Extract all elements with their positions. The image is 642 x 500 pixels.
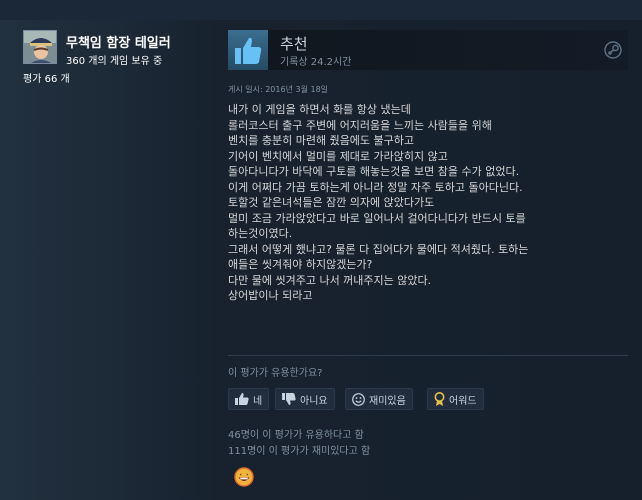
funny-count: 111명이 이 평가가 재미있다고 함	[228, 446, 371, 457]
smiley-icon	[352, 392, 365, 406]
review-line: 다만 물에 씻겨주고 나서 꺼내주지는 않았다.	[228, 273, 432, 287]
award-button[interactable]: 어워드	[427, 388, 484, 410]
thumbs-up-icon	[235, 393, 249, 405]
author-name[interactable]: 무책임 함장 테일러	[66, 32, 171, 51]
review-line: 애들은 씻겨줘야 하지않겠는가?	[228, 258, 373, 271]
games-owned[interactable]: 360 개의 게임 보유 중	[66, 52, 162, 67]
review-line: 롤러코스터 출구 주변에 어지러움을 느끼는 사람들을 위해	[228, 118, 492, 132]
avatar-image	[24, 31, 56, 63]
steam-icon	[604, 41, 622, 59]
helpful-count: 46명이 이 평가가 유용하다고 함	[228, 430, 364, 441]
review-line: 멀미 조금 가라앉았다고 바로 일어나서 걸어다니다가 반드시 토를	[228, 211, 526, 225]
thumbs-up-icon	[228, 30, 268, 70]
vote-funny-label: 재미있음	[369, 395, 406, 407]
vote-yes-label: 네	[253, 395, 263, 407]
review-line: 상어밥이나 되라고	[228, 289, 313, 302]
posted-date: 게시 일시: 2016년 3월 18일	[228, 85, 329, 94]
recommendation-title[interactable]: 추천	[280, 33, 308, 54]
vote-funny-button[interactable]: 재미있음	[345, 388, 413, 410]
review-line: 그래서 어떻게 했냐고? 물론 다 집어다가 물에다 적셔줬다. 토하는	[228, 242, 529, 256]
vote-header: 추천 기록상 24.2시간	[228, 30, 628, 70]
vote-yes-button[interactable]: 네	[228, 388, 270, 410]
review-text: 내가 이 게임을 하면서 화를 항상 냈는데 롤러코스터 출구 주변에 어지러움…	[228, 102, 628, 304]
vote-no-button[interactable]: 아니요	[275, 388, 335, 410]
review-line: 벤치를 충분히 마련해 줬음에도 불구하고	[228, 134, 415, 147]
review-line: 기어이 벤치에서 멀미를 제대로 가라앉히지 않고	[228, 149, 448, 163]
avatar[interactable]	[23, 30, 57, 64]
award-label: 어워드	[449, 395, 477, 407]
review-count[interactable]: 평가 66 개	[23, 70, 70, 85]
review-line: 돌아다니다가 바닥에 구토를 해놓는것을 보면 참을 수가 없었다.	[228, 165, 520, 178]
vote-no-label: 아니요	[300, 395, 328, 407]
review-line: 이게 어쩌다 가끔 토하는게 아니라 정말 자주 토하고 돌아다닌다.	[228, 180, 523, 194]
helpful-question: 이 평가가 유용한가요?	[228, 368, 323, 379]
award-ribbon-icon	[434, 392, 445, 406]
author-panel	[0, 20, 215, 500]
grinning-face-award-icon[interactable]	[233, 466, 255, 488]
review-line: 하는것이였다.	[228, 227, 293, 240]
thumbs-down-icon	[282, 393, 296, 405]
review-line: 내가 이 게임을 하면서 화를 항상 냈는데	[228, 103, 411, 116]
playtime: 기록상 24.2시간	[280, 57, 352, 68]
divider	[228, 355, 628, 356]
review-line: 토할것 같은녀석들은 잠깐 의자에 앉았다가도	[228, 196, 435, 209]
